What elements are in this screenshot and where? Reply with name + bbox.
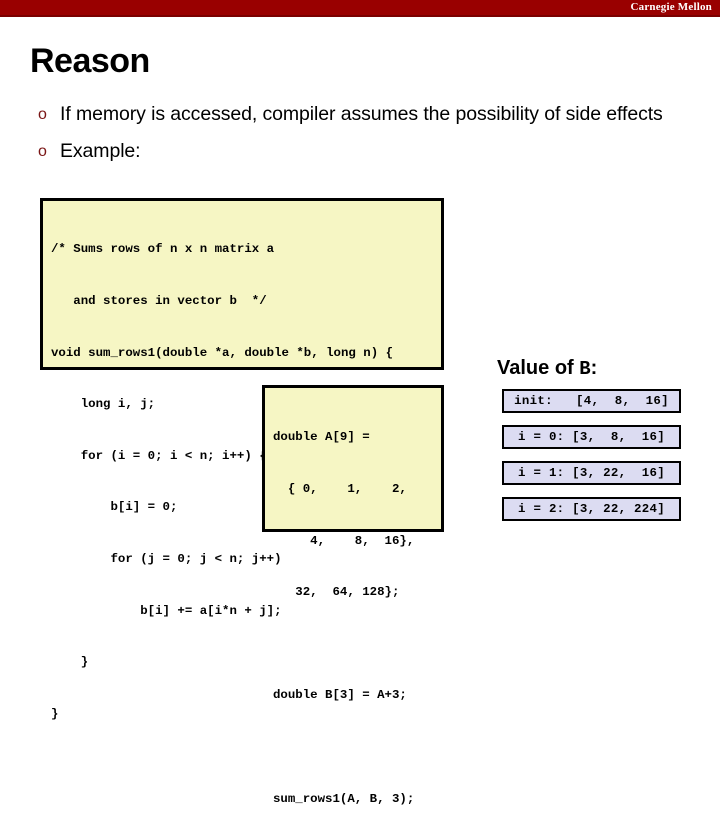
value-heading-prefix: Value of (497, 357, 580, 379)
code-block-driver: double A[9] = { 0, 1, 2, 4, 8, 16}, 32, … (262, 385, 444, 806)
code-line: 32, 64, 128}; (273, 585, 400, 600)
bullet-list: o If memory is accessed, compiler assume… (34, 100, 664, 174)
list-item: o Example: (34, 137, 664, 166)
institution-label: Carnegie Mellon (630, 1, 712, 13)
code-line: and stores in vector b */ (51, 294, 267, 309)
value-heading-variable: B (579, 358, 591, 380)
code-line: { 0, 1, 2, (273, 482, 407, 497)
status-badge: i = 2: [3, 22, 224] (502, 497, 681, 521)
value-badge-list: init: [4, 8, 16] i = 0: [3, 8, 16] i = 1… (502, 389, 681, 533)
list-item: o If memory is accessed, compiler assume… (34, 100, 664, 129)
bullet-text: Example: (60, 140, 141, 162)
code-line: /* Sums rows of n x n matrix a (51, 242, 275, 257)
code-line: for (j = 0; j < n; j++) (51, 552, 282, 567)
value-panel-heading: Value of B: (497, 357, 597, 380)
status-badge: i = 1: [3, 22, 16] (502, 461, 681, 485)
code-line: void sum_rows1(double *a, double *b, lon… (51, 345, 394, 360)
code-line: double A[9] = (273, 430, 370, 445)
bullet-circle-icon: o (38, 106, 47, 123)
bullet-text: If memory is accessed, compiler assumes … (60, 103, 663, 125)
status-badge: init: [4, 8, 16] (502, 389, 681, 413)
status-badge: i = 0: [3, 8, 16] (502, 425, 681, 449)
top-banner: Carnegie Mellon (0, 0, 720, 17)
code-block-sum-rows1: /* Sums rows of n x n matrix a and store… (40, 198, 444, 721)
code-line: sum_rows1(A, B, 3); (273, 791, 415, 806)
code-line: double B[3] = A+3; (273, 688, 407, 703)
code-line: 4, 8, 16}, (273, 533, 415, 548)
code-line: b[i] += a[i*n + j]; (51, 603, 282, 618)
page-title: Reason (30, 42, 150, 80)
code-line: } (51, 706, 59, 721)
code-line: } (51, 655, 89, 670)
bullet-circle-icon: o (38, 143, 47, 160)
value-heading-suffix: : (590, 357, 598, 379)
